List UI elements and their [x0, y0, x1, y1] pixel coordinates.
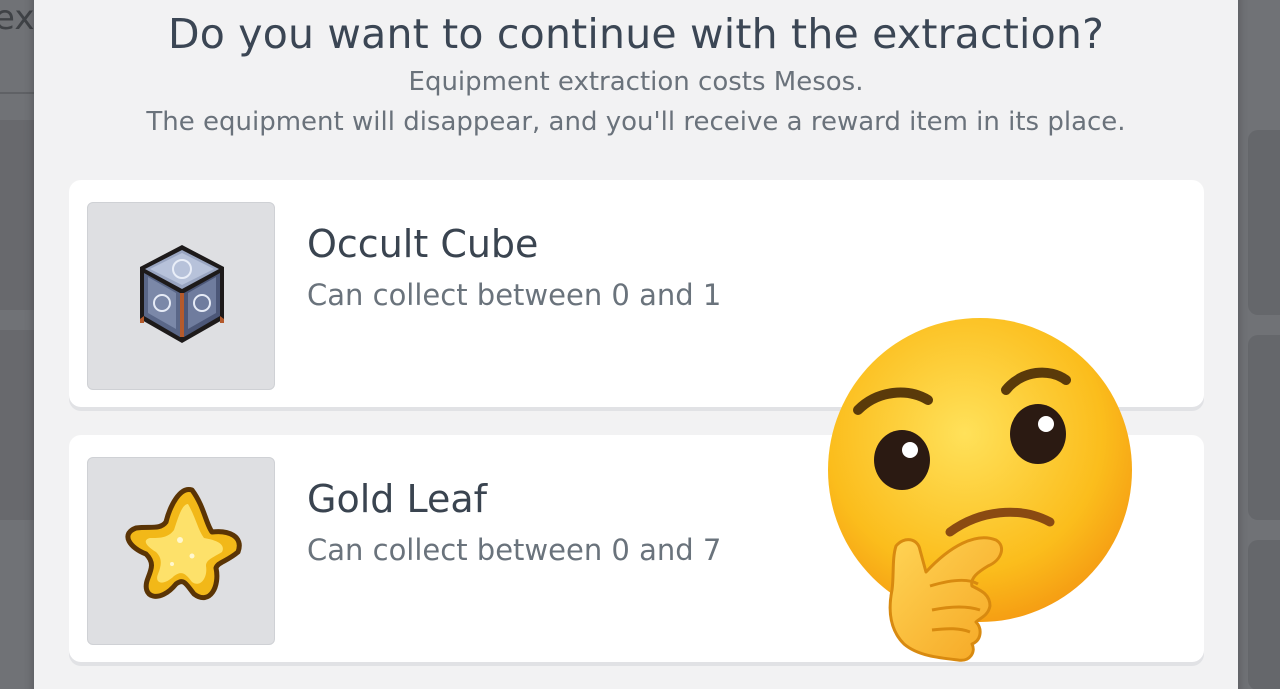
- thinking-face-emoji-icon: [828, 318, 1132, 662]
- reward-description: Can collect between 0 and 7: [307, 533, 722, 567]
- dialog-subtitle-cost: Equipment extraction costs Mesos.: [408, 67, 864, 97]
- reward-thumbnail: [87, 202, 275, 390]
- background-panel: [1248, 540, 1280, 689]
- reward-description: Can collect between 0 and 1: [307, 278, 722, 312]
- gold-leaf-icon: [125, 487, 242, 601]
- dialog-subtitle-warning: The equipment will disappear, and you'll…: [146, 107, 1126, 137]
- background-panel: [1248, 130, 1280, 315]
- reward-name: Occult Cube: [307, 222, 539, 266]
- background-partial-text: ex: [0, 0, 35, 38]
- dialog-title: Do you want to continue with the extract…: [167, 10, 1105, 58]
- reward-thumbnail: [87, 457, 275, 645]
- reward-name: Gold Leaf: [307, 477, 487, 521]
- background-panel: [0, 120, 34, 310]
- occult-cube-icon: [140, 245, 224, 343]
- background-panel: [0, 330, 34, 520]
- background-panel: [1248, 335, 1280, 520]
